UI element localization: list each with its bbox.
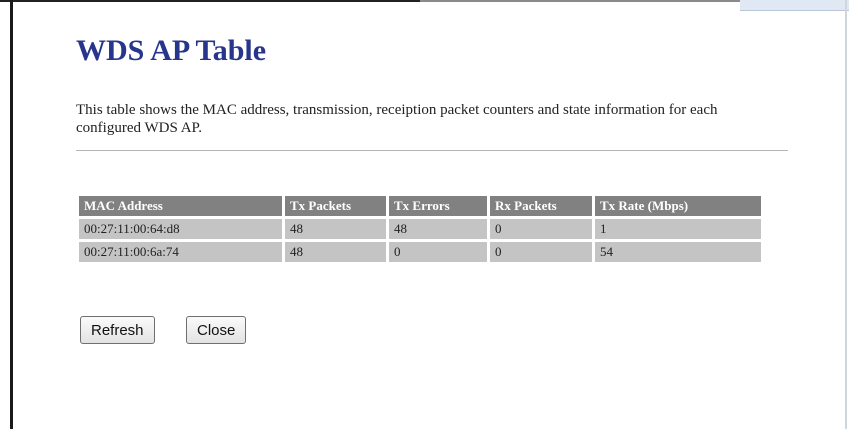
window-top-border xyxy=(0,0,420,2)
column-header-tx-errors: Tx Errors xyxy=(389,196,487,216)
refresh-button[interactable]: Refresh xyxy=(80,316,155,344)
cell-rx-packets: 0 xyxy=(490,219,592,239)
page-title: WDS AP Table xyxy=(76,34,267,67)
cell-tx-errors: 0 xyxy=(389,242,487,262)
column-header-mac-address: MAC Address xyxy=(79,196,282,216)
window-left-border xyxy=(10,0,13,429)
divider xyxy=(76,150,788,151)
page-description: This table shows the MAC address, transm… xyxy=(76,102,718,136)
close-button[interactable]: Close xyxy=(186,316,247,344)
wds-ap-table-window: WDS AP Table This table shows the MAC ad… xyxy=(0,0,849,429)
cell-tx-packets: 48 xyxy=(285,242,386,262)
browser-tab-strip xyxy=(740,0,849,11)
column-header-rx-packets: Rx Packets xyxy=(490,196,592,216)
cell-tx-packets: 48 xyxy=(285,219,386,239)
cell-mac-address: 00:27:11:00:64:d8 xyxy=(79,219,282,239)
column-header-tx-packets: Tx Packets xyxy=(285,196,386,216)
cell-mac-address: 00:27:11:00:6a:74 xyxy=(79,242,282,262)
table-row: 00:27:11:00:64:d8 48 48 0 1 xyxy=(79,219,761,239)
wds-ap-table: MAC Address Tx Packets Tx Errors Rx Pack… xyxy=(76,193,764,265)
cell-tx-rate: 1 xyxy=(595,219,761,239)
cell-rx-packets: 0 xyxy=(490,242,592,262)
cell-tx-errors: 48 xyxy=(389,219,487,239)
cell-tx-rate: 54 xyxy=(595,242,761,262)
table-header-row: MAC Address Tx Packets Tx Errors Rx Pack… xyxy=(79,196,761,216)
window-right-border xyxy=(845,0,847,429)
table-row: 00:27:11:00:6a:74 48 0 0 54 xyxy=(79,242,761,262)
column-header-tx-rate: Tx Rate (Mbps) xyxy=(595,196,761,216)
